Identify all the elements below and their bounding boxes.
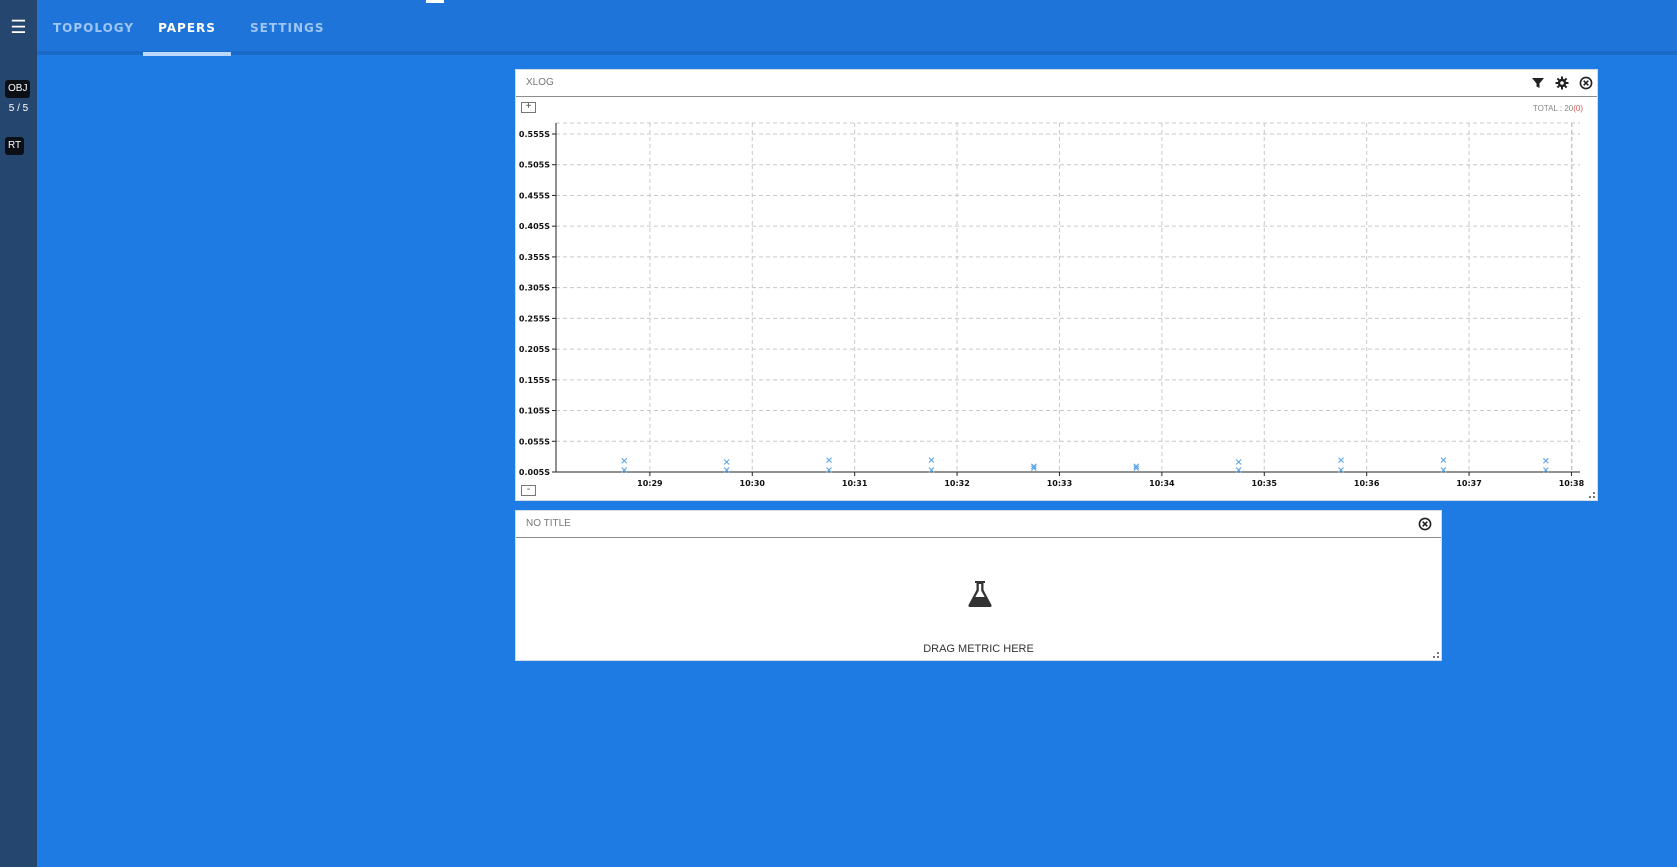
scroll-marker (426, 0, 444, 3)
data-point (1338, 457, 1344, 464)
x-tick-label: 10:29 (637, 479, 663, 488)
y-tick-label: 0.405S (519, 222, 550, 231)
x-tick-label: 10:31 (842, 479, 868, 488)
close-icon[interactable] (1418, 517, 1432, 531)
y-tick-label: 0.255S (519, 314, 550, 323)
metric-drop-zone[interactable]: DRAG METRIC HERE (516, 538, 1441, 660)
y-tick-label: 0.205S (519, 345, 550, 354)
data-point (621, 457, 628, 464)
metric-title: NO TITLE (526, 518, 571, 529)
data-point (1440, 457, 1447, 464)
xlog-chart[interactable]: 0.005S 0.055S 0.105S 0.155S 0.205S 0.255S 0.30… (516, 70, 1597, 500)
metric-panel: NO TITLE DRAG METRIC HERE (515, 510, 1442, 661)
y-tick-label: 0.455S (519, 191, 550, 200)
xlog-panel: XLOG + - TOTAL : 20(0) 0.005S 0.055S 0.1… (515, 69, 1598, 501)
obj-badge[interactable]: OBJ (5, 80, 31, 98)
y-tick-label: 0.105S (519, 407, 550, 416)
y-tick-label: 0.005S (519, 468, 550, 477)
metric-header: NO TITLE (516, 511, 1441, 538)
resize-handle[interactable] (1433, 652, 1439, 658)
x-tick-label: 10:36 (1354, 479, 1380, 488)
obj-count: 5 / 5 (8, 103, 29, 114)
hamburger-icon[interactable]: ☰ (0, 0, 37, 55)
y-tick-label: 0.155S (519, 376, 550, 385)
data-point (1235, 459, 1242, 465)
y-tick-label: 0.355S (519, 253, 550, 262)
x-tick-label: 10:33 (1047, 479, 1072, 488)
x-tick-label: 10:37 (1456, 479, 1481, 488)
data-point (826, 457, 832, 464)
flask-icon (968, 581, 992, 607)
drop-hint: DRAG METRIC HERE (923, 643, 1034, 655)
rt-badge[interactable]: RT (5, 137, 25, 155)
x-tick-label: 10:35 (1252, 479, 1278, 488)
tab-settings[interactable]: SETTINGS (250, 0, 324, 55)
tab-topology[interactable]: TOPOLOGY (53, 0, 133, 55)
x-tick-label: 10:38 (1559, 479, 1585, 488)
x-tick-label: 10:32 (944, 479, 969, 488)
data-point (1542, 457, 1549, 464)
x-tick-label: 10:30 (740, 479, 766, 488)
resize-handle[interactable] (1589, 492, 1595, 498)
data-point (723, 459, 730, 465)
tab-papers[interactable]: PAPERS (143, 0, 231, 56)
y-tick-label: 0.555S (519, 130, 550, 139)
top-nav: TOPOLOGY PAPERS SETTINGS (37, 0, 1677, 56)
y-tick-label: 0.505S (519, 161, 550, 170)
x-tick-label: 10:34 (1149, 479, 1175, 488)
sidebar: ☰ OBJ 5 / 5 RT (0, 0, 37, 867)
y-tick-label: 0.305S (519, 284, 550, 293)
data-point (928, 457, 935, 464)
y-tick-label: 0.055S (519, 437, 550, 446)
